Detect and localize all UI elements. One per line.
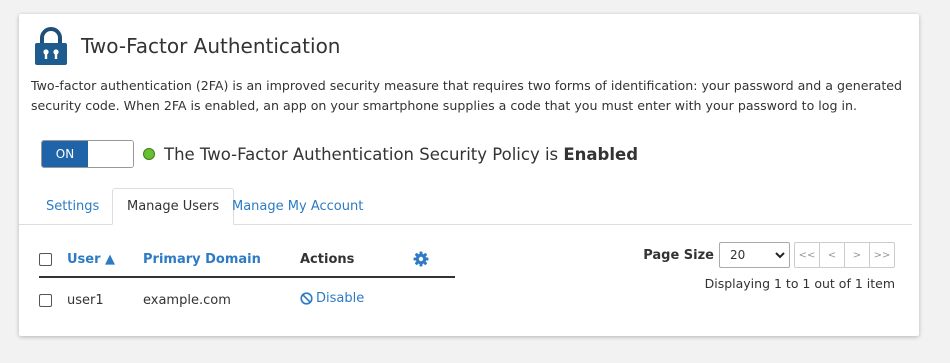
gear-icon[interactable] <box>413 251 429 267</box>
policy-toggle[interactable]: ON <box>41 140 134 168</box>
row-select-cell <box>39 277 67 322</box>
column-header-domain[interactable]: Primary Domain <box>143 242 300 278</box>
last-page-button[interactable]: >> <box>869 242 895 268</box>
next-page-button[interactable]: > <box>844 242 870 268</box>
tab-manage-my-account[interactable]: Manage My Account <box>218 188 377 224</box>
chevron-down-icon <box>775 252 785 259</box>
column-settings-cell <box>413 242 455 278</box>
prev-page-button[interactable]: < <box>819 242 845 268</box>
policy-row: ON The Two-Factor Authentication Securit… <box>41 139 638 169</box>
column-header-actions: Actions <box>300 242 413 278</box>
ban-icon <box>300 292 313 305</box>
select-all-cell <box>39 242 67 278</box>
disable-button[interactable]: Disable <box>300 291 364 306</box>
toggle-on-label: ON <box>42 141 88 167</box>
two-factor-panel: Two-Factor Authentication Two-factor aut… <box>19 14 919 336</box>
policy-status-value: Enabled <box>563 144 639 164</box>
page-size-select[interactable]: 20 <box>719 242 790 268</box>
lock-icon <box>35 27 67 65</box>
policy-status-prefix: The Two-Factor Authentication Security P… <box>164 144 564 164</box>
tab-manage-users[interactable]: Manage Users <box>112 188 235 225</box>
policy-status-text: The Two-Factor Authentication Security P… <box>164 145 638 164</box>
cell-user: user1 <box>67 292 104 308</box>
column-header-user[interactable]: User ▲ <box>67 242 143 278</box>
status-indicator-icon <box>143 148 155 160</box>
page-title: Two-Factor Authentication <box>81 34 341 58</box>
select-all-checkbox[interactable] <box>39 252 52 266</box>
page-nav-buttons: << < > >> <box>794 242 895 268</box>
cell-domain: example.com <box>143 292 231 308</box>
tab-bar: Settings Manage Users Manage My Account <box>19 188 912 225</box>
table-row: user1 example.com Disable <box>39 277 455 322</box>
table-header-row: User ▲ Primary Domain Actions <box>39 242 455 278</box>
tab-settings[interactable]: Settings <box>32 188 113 224</box>
cell-actions: Disable <box>300 277 455 322</box>
users-table: User ▲ Primary Domain Actions user1 exam… <box>39 242 455 322</box>
toggle-off-area <box>88 141 133 167</box>
first-page-button[interactable]: << <box>794 242 820 268</box>
header: Two-Factor Authentication <box>33 26 340 66</box>
description-text: Two-factor authentication (2FA) is an im… <box>31 78 903 113</box>
page-size-value: 20 <box>730 248 746 262</box>
pagination: Page Size 20 << < > >> <box>643 242 895 268</box>
displaying-count: Displaying 1 to 1 out of 1 item <box>704 276 895 291</box>
row-checkbox[interactable] <box>39 293 52 307</box>
page-size-label: Page Size <box>643 247 714 263</box>
disable-label: Disable <box>316 291 365 306</box>
